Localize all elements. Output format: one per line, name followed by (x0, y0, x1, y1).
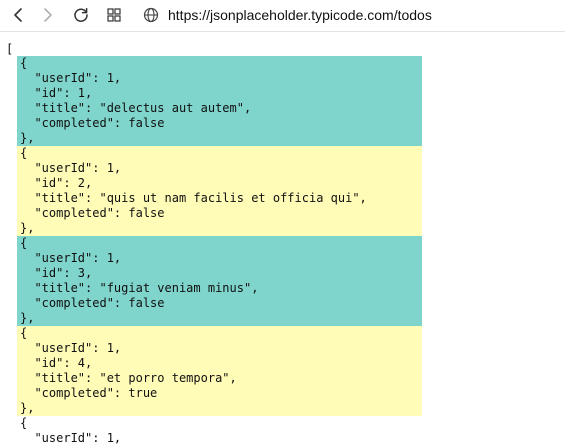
json-line: "completed": true (20, 386, 158, 400)
tabs-button[interactable] (103, 4, 125, 26)
json-line: "userId": 1, (20, 71, 122, 85)
json-line: { (20, 146, 28, 160)
json-line: "id": 1, (20, 86, 93, 100)
json-line: "completed": false (20, 206, 165, 220)
forward-arrow-icon (44, 8, 52, 22)
url-text[interactable]: https://jsonplaceholder.typicode.com/tod… (168, 7, 432, 23)
json-object-block: { "userId": 1, "id": 3, "title": "fugiat… (17, 236, 422, 326)
json-tail: { "userId": 1, (17, 416, 121, 446)
json-line: "title": "quis ut nam facilis et officia… (20, 191, 367, 205)
json-line: "title": "delectus aut autem", (20, 101, 252, 115)
json-line: "completed": false (20, 296, 165, 310)
json-line: "userId": 1, (20, 161, 122, 175)
back-arrow-icon (14, 8, 22, 22)
json-line: "userId": 1, (20, 431, 122, 445)
json-line: }, (20, 401, 35, 415)
json-line: "id": 2, (20, 176, 93, 190)
json-open-bracket: [ (6, 42, 14, 56)
back-button[interactable] (7, 4, 29, 26)
forward-button[interactable] (37, 4, 59, 26)
json-line: { (20, 326, 28, 340)
json-line: { (20, 416, 28, 430)
globe-icon (142, 6, 160, 24)
json-object-block: { "userId": 1, "id": 4, "title": "et por… (17, 326, 422, 416)
json-line: "title": "fugiat veniam minus", (20, 281, 259, 295)
json-line: }, (20, 131, 35, 145)
address-bar[interactable]: https://jsonplaceholder.typicode.com/tod… (138, 1, 565, 29)
json-line: { (20, 236, 28, 250)
json-line: }, (20, 221, 35, 235)
json-line: "userId": 1, (20, 341, 122, 355)
json-view: [ { "userId": 1, "id": 1, "title": "dele… (0, 32, 565, 447)
json-line: }, (20, 311, 35, 325)
json-line: "completed": false (20, 116, 165, 130)
json-object-block: { "userId": 1, "id": 1, "title": "delect… (17, 56, 422, 146)
json-line: "id": 3, (20, 266, 93, 280)
json-line: { (20, 56, 28, 70)
json-line: "title": "et porro tempora", (20, 371, 237, 385)
reload-button[interactable] (70, 4, 92, 26)
reload-icon (74, 7, 88, 22)
tabs-grid-icon (107, 8, 121, 22)
json-object-block: { "userId": 1, "id": 2, "title": "quis u… (17, 146, 422, 236)
browser-toolbar: https://jsonplaceholder.typicode.com/tod… (0, 0, 565, 32)
json-line: "userId": 1, (20, 251, 122, 265)
json-line: "id": 4, (20, 356, 93, 370)
